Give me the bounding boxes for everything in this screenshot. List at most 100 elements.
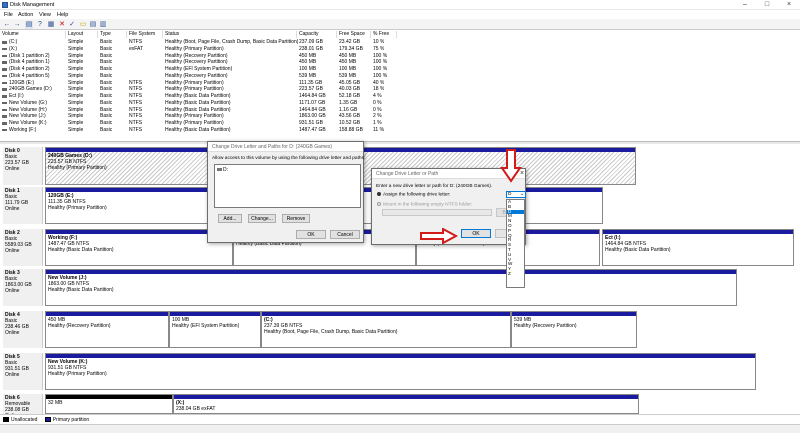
partition-block[interactable]: Working (F:) 1487.47 GB NTFS Healthy (Basi…	[45, 229, 233, 266]
disk-state: Online	[5, 206, 20, 212]
minimize-button[interactable]: –	[734, 0, 756, 10]
menu-action[interactable]: Action	[18, 12, 33, 18]
assign-letter-radio[interactable]: Assign the following drive letter:	[377, 192, 450, 197]
disk-label[interactable]: Disk 1 Basic 111.79 GB Online	[3, 187, 43, 224]
volume-icon	[2, 47, 7, 51]
check-icon[interactable]: ✓	[68, 21, 76, 29]
volume-row[interactable]: Ect (I:) Simple Basic NTFS Healthy (Basic Da…	[0, 93, 800, 100]
volume-row[interactable]: New Volume (H:) Simple Basic NTFS Healthy (B…	[0, 107, 800, 114]
partition-block[interactable]: 100 MB Healthy (EFI System Partition)	[169, 311, 261, 348]
menu-file[interactable]: File	[4, 12, 13, 18]
volume-cell-free-space: 43.56 GB	[339, 113, 361, 120]
disk-label[interactable]: Disk 6Removable238.08 GBOnline	[3, 394, 43, 419]
disk-label[interactable]: Disk 2 Basic 5589.03 GB Online	[3, 229, 43, 266]
volume-row[interactable]: New Volume (G:) Simple Basic NTFS Healthy (B…	[0, 100, 800, 107]
volume-row[interactable]: (X:) Simple Basic exFAT Healthy (Primary Par…	[0, 46, 800, 53]
disk-label[interactable]: Disk 3 Basic 1863.00 GB Online	[3, 269, 43, 306]
partition-type-bar	[174, 395, 638, 399]
remove-button[interactable]: Remove	[282, 214, 310, 223]
volume-row[interactable]: 120GB (E:) Simple Basic NTFS Healthy (Primar…	[0, 80, 800, 87]
letter-ok-button[interactable]: OK	[461, 229, 491, 238]
volume-cell-capacity: 1487.47 GB	[299, 126, 326, 133]
close-button[interactable]: ×	[778, 0, 800, 10]
volume-cell-volume: New Volume (H:)	[9, 106, 47, 113]
drive-letter-select[interactable]: D ⌄	[506, 191, 526, 198]
col-header-pctfree[interactable]: % Free	[371, 31, 397, 38]
settings-icon[interactable]: ▥	[99, 21, 107, 29]
volume-row[interactable]: (Disk 1 partition 2) Simple Basic Healthy (…	[0, 53, 800, 60]
disk-state: Online	[5, 372, 20, 378]
partition-block[interactable]: Ect (I:) 1464.84 GB NTFS Healthy (Basic Da…	[602, 229, 794, 266]
col-header-type[interactable]: Type	[98, 31, 127, 38]
properties-icon[interactable]: ▤	[25, 20, 33, 29]
pane-splitter[interactable]	[0, 141, 800, 144]
col-header-freespace[interactable]: Free Space	[337, 31, 371, 38]
open-icon[interactable]: ▭	[79, 21, 87, 29]
paths-ok-button[interactable]: OK	[296, 230, 326, 239]
maximize-button[interactable]: □	[756, 0, 778, 10]
volume-row[interactable]: (Disk 4 partition 1) Simple Basic Healthy (…	[0, 59, 800, 66]
col-header-volume[interactable]: Volume	[0, 31, 66, 38]
col-header-capacity[interactable]: Capacity	[297, 31, 337, 38]
volume-cell--free: 100 %	[373, 72, 388, 79]
delete-icon[interactable]: ✕	[58, 21, 66, 29]
volume-cell--free: 100 %	[373, 59, 388, 66]
col-header-filesystem[interactable]: File System	[127, 31, 163, 38]
volume-icon	[2, 101, 7, 105]
volume-cell-layout: Simple	[68, 106, 84, 113]
volume-cell-file-system: NTFS	[129, 120, 143, 126]
path-entry[interactable]: D:	[217, 167, 228, 173]
partition-block[interactable]: 539 MB Healthy (Recovery Partition)	[511, 311, 637, 348]
volume-cell-status: Healthy (Primary Partition)	[165, 45, 224, 52]
disk-label[interactable]: Disk 5 Basic 931.51 GB Online	[3, 353, 43, 390]
partition-block[interactable]: 450 MB Healthy (Recovery Partition)	[45, 311, 169, 348]
partition-type-bar	[46, 230, 232, 234]
help-icon[interactable]: ?	[36, 21, 44, 29]
paths-listbox[interactable]: D:	[214, 164, 361, 208]
paths-cancel-button[interactable]: Cancel	[330, 230, 360, 239]
volume-cell-free-space: 52.18 GB	[339, 93, 361, 99]
disk-label[interactable]: Disk 0 Basic 223.57 GB Online	[3, 147, 43, 185]
partition-status: Healthy (Recovery Partition)	[48, 323, 111, 330]
explore-icon[interactable]: ▤	[89, 21, 97, 29]
change-button[interactable]: Change...	[248, 214, 276, 223]
volume-row[interactable]: (Disk 4 partition 2) Simple Basic Healthy (…	[0, 66, 800, 73]
volume-cell-free-space: 40.03 GB	[339, 86, 361, 93]
mount-folder-radio[interactable]: Mount in the following empty NTFS folder…	[377, 202, 472, 207]
volume-row[interactable]: Working (F:) Simple Basic NTFS Healthy (Basi…	[0, 127, 800, 134]
partition-block[interactable]: New Volume (J:) 1863.00 GB NTFS Healthy (B…	[45, 269, 737, 306]
volume-row[interactable]: New Volume (J:) Simple Basic NTFS Healthy (P…	[0, 113, 800, 120]
partition-block[interactable]: 32 MB	[45, 394, 173, 414]
volume-cell-capacity: 1171.07 GB	[299, 99, 326, 106]
partition-block[interactable]: New Volume (K:) 931.51 GB NTFS Healthy (Pr…	[45, 353, 756, 390]
col-header-status[interactable]: Status	[163, 31, 297, 38]
menu-view[interactable]: View	[39, 12, 51, 18]
partition-block[interactable]: (C:) 237.39 GB NTFS Healthy (Boot, Page Fi…	[261, 311, 511, 348]
legend-unallocated: Unallocated	[11, 417, 38, 423]
partition-block[interactable]: (X:) 238.04 GB exFAT	[173, 394, 639, 414]
volume-row[interactable]: New Volume (K:) Simple Basic NTFS Healthy (P…	[0, 120, 800, 127]
volume-cell-file-system: NTFS	[129, 99, 143, 106]
menu-help[interactable]: Help	[57, 12, 68, 18]
col-header-layout[interactable]: Layout	[66, 31, 98, 38]
drive-letter-option[interactable]: Z	[507, 271, 524, 277]
drive-letter-dropdown-list[interactable]: ABDMNOPQRSTUVWYZ	[506, 199, 525, 288]
add-button[interactable]: Add...	[218, 214, 242, 223]
volume-cell-type: Basic	[100, 86, 113, 93]
disk-label[interactable]: Disk 4 Basic 238.46 GB Online	[3, 311, 43, 348]
volume-row[interactable]: (C:) Simple Basic NTFS Healthy (Boot, Page F…	[0, 39, 800, 46]
volume-cell-file-system: NTFS	[129, 126, 143, 133]
partition-status: Healthy (Recovery Partition)	[514, 323, 577, 330]
volume-icon	[2, 108, 7, 111]
volume-cell--free: 2 %	[373, 113, 382, 120]
disk-state: Online	[5, 288, 20, 294]
volume-row[interactable]: 240GB Games (D:) Simple Basic NTFS Healthy (…	[0, 86, 800, 93]
volume-cell-free-space: 450 MB	[339, 59, 357, 66]
forward-icon[interactable]: →	[13, 21, 21, 29]
assign-letter-label: Assign the following drive letter:	[383, 192, 451, 198]
volume-cell-file-system: NTFS	[129, 86, 143, 93]
refresh-icon[interactable]: ▦	[47, 21, 55, 29]
back-icon[interactable]: ←	[3, 21, 11, 29]
volume-row[interactable]: (Disk 4 partition 5) Simple Basic Healthy (…	[0, 73, 800, 80]
mount-path-input[interactable]	[382, 209, 492, 216]
